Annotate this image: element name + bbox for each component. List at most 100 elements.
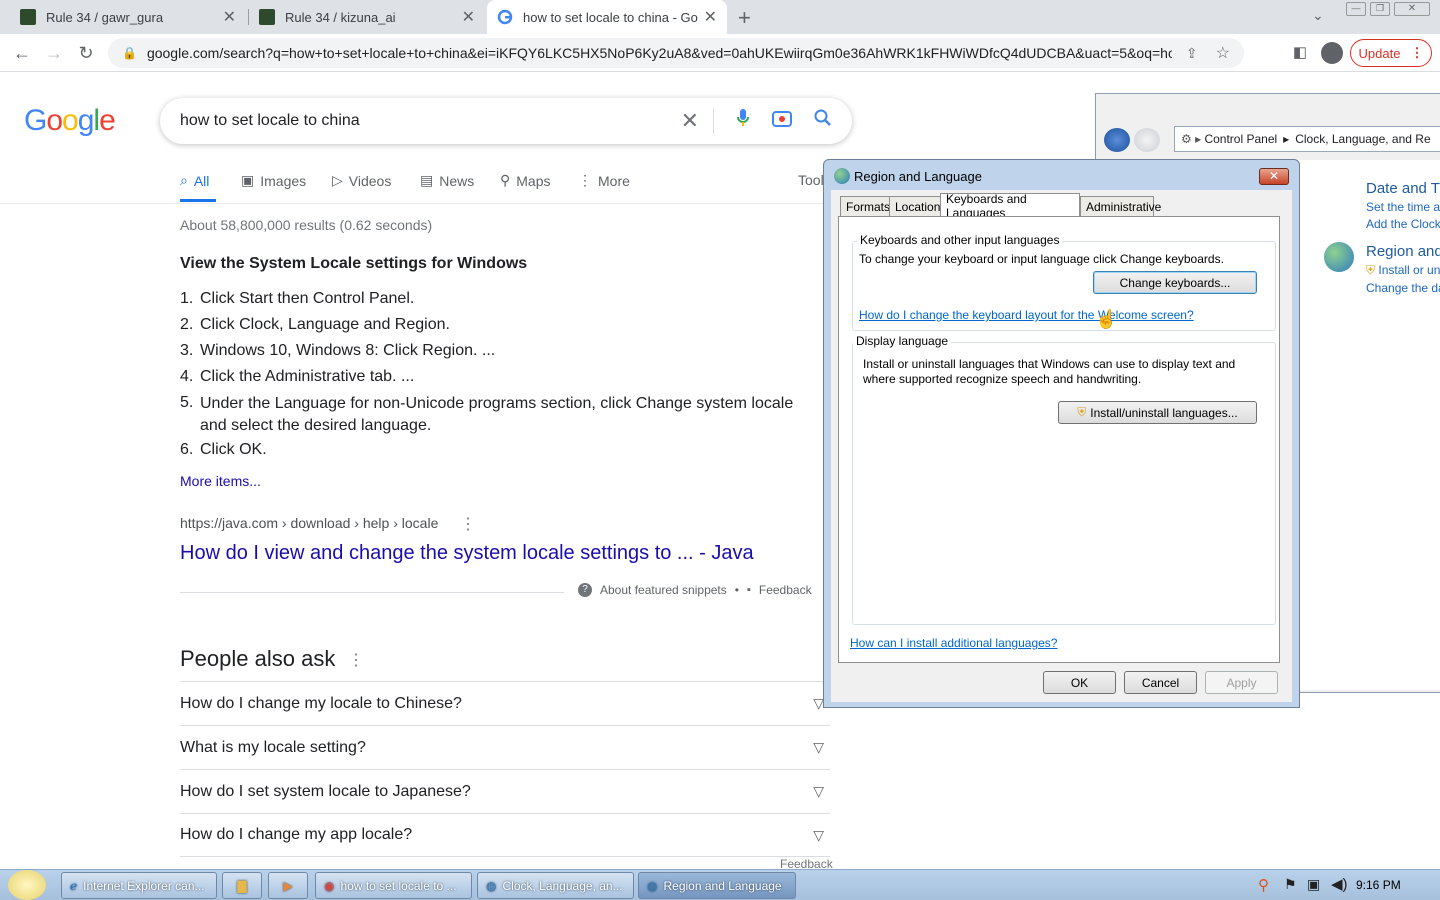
search-tray-icon[interactable]: ⚲ (1258, 876, 1269, 894)
date-time-heading[interactable]: Date and T (1366, 180, 1440, 197)
step-number: 4. (180, 368, 194, 385)
apply-button[interactable]: Apply (1205, 671, 1278, 694)
feedback-link[interactable]: Feedback (759, 583, 812, 597)
close-tab-icon[interactable]: ✕ (223, 7, 236, 27)
search-input[interactable]: how to set locale to china (180, 112, 659, 130)
close-tab-icon[interactable]: ✕ (462, 7, 475, 27)
region-link[interactable]: Change the da (1366, 281, 1440, 295)
taskbar-label: Clock, Language, an... (502, 878, 623, 893)
globe-icon: ◍ (647, 878, 658, 893)
ok-button[interactable]: OK (1043, 671, 1116, 694)
welcome-screen-link[interactable]: How do I change the keyboard layout for … (859, 308, 1194, 322)
tab-search-chevron-icon[interactable]: ⌄ (1312, 7, 1324, 24)
list-item: 2. Click Clock, Language and Region. (180, 312, 810, 338)
shield-icon: ⛨ (1077, 405, 1087, 419)
taskbar-item-internet-explorer[interactable]: ℯ Internet Explorer can... (61, 872, 217, 899)
taskbar-item-region-language[interactable]: ◍ Region and Language (638, 872, 796, 899)
paa-question[interactable]: How do I change my app locale? ▽ (180, 813, 830, 857)
cancel-button[interactable]: Cancel (1124, 671, 1197, 694)
tab-administrative[interactable]: Administrative (1080, 196, 1161, 216)
share-icon[interactable]: ⇪ (1186, 45, 1198, 62)
date-link[interactable]: Add the Clock (1366, 217, 1440, 231)
side-panel-icon[interactable]: ◧ (1288, 41, 1312, 65)
paa-question[interactable]: How do I set system locale to Japanese? ▽ (180, 769, 830, 813)
globe-icon (1324, 242, 1354, 272)
keyboards-group-label: Keyboards and other input languages (857, 233, 1063, 247)
tab-google-search[interactable]: how to set locale to china - Goo ✕ (487, 0, 727, 34)
forward-arrow-icon[interactable] (1134, 128, 1160, 152)
nav-tab-maps[interactable]: ⚲ Maps (500, 172, 551, 189)
reload-icon[interactable]: ↻ (74, 41, 98, 65)
paa-options-icon[interactable]: ⋮ (348, 650, 364, 670)
paa-question[interactable]: How do I change my locale to Chinese? ▽ (180, 681, 830, 725)
active-tab-indicator (180, 199, 216, 202)
address-bar[interactable]: 🔒 google.com/search?q=how+to+set+locale+… (108, 38, 1244, 68)
camera-icon[interactable] (772, 109, 792, 133)
region-link[interactable]: ⛨ Install or un (1366, 263, 1440, 278)
browser-toolbar: ← → ↻ 🔒 google.com/search?q=how+to+set+l… (0, 34, 1440, 72)
shield-icon: ⛨ (1366, 263, 1376, 277)
about-snippets-link[interactable]: About featured snippets (600, 583, 727, 597)
microphone-icon[interactable] (736, 108, 750, 134)
volume-icon[interactable]: ◀) (1331, 875, 1348, 893)
nav-tab-tools[interactable]: Tools (798, 172, 823, 188)
back-arrow-icon[interactable]: ← (10, 41, 34, 65)
nav-tab-all[interactable]: ⌕ All (180, 172, 209, 189)
region-heading[interactable]: Region and (1366, 243, 1440, 260)
network-icon[interactable]: ▣ (1307, 876, 1320, 893)
nav-label: All (193, 172, 210, 189)
tab-formats[interactable]: Formats (840, 196, 890, 216)
install-languages-button[interactable]: ⛨ Install/uninstall languages... (1058, 401, 1257, 424)
profile-avatar-icon[interactable] (1321, 42, 1343, 64)
additional-languages-link[interactable]: How can I install additional languages? (850, 636, 1057, 650)
clear-icon[interactable]: ✕ (681, 108, 699, 134)
paa-question[interactable]: What is my locale setting? ▽ (180, 725, 830, 769)
search-icon[interactable] (814, 109, 832, 133)
back-arrow-icon[interactable] (1104, 128, 1130, 152)
restore-icon[interactable]: ❐ (1370, 2, 1390, 16)
search-box[interactable]: how to set locale to china ✕ (160, 98, 852, 144)
help-icon[interactable]: ? (578, 583, 592, 597)
flag-icon[interactable]: ⚑ (1284, 876, 1297, 893)
tab-keyboards-languages[interactable]: Keyboards and Languages (940, 192, 1080, 220)
new-tab-button[interactable]: + (738, 5, 751, 31)
forward-arrow-icon[interactable]: → (42, 41, 66, 65)
breadcrumb[interactable]: ⚙ ▸ Control Panel ▸ Clock, Language, and… (1174, 126, 1440, 152)
result-title-link[interactable]: How do I view and change the system loca… (180, 542, 754, 565)
breadcrumb-item[interactable]: Control Panel (1204, 132, 1277, 146)
update-button[interactable]: Update ⋮ (1350, 39, 1432, 67)
taskbar-item-media-player[interactable]: ▶ (268, 872, 308, 899)
nav-tab-images[interactable]: ▣ Images (241, 172, 306, 189)
taskbar-clock[interactable]: 9:16 PM (1356, 878, 1401, 892)
close-icon[interactable]: ✕ (1259, 168, 1289, 185)
nav-tab-news[interactable]: ▤ News (420, 172, 474, 189)
nav-tab-videos[interactable]: ▷ Videos (332, 172, 391, 189)
result-options-icon[interactable]: ⋮ (460, 514, 476, 534)
lock-icon: 🔒 (122, 46, 137, 60)
date-link[interactable]: Set the time ar (1366, 200, 1440, 214)
taskbar-item-explorer[interactable]: ▇ (222, 872, 262, 899)
tab-rule34-kizuna[interactable]: Rule 34 / kizuna_ai ✕ (249, 0, 485, 34)
close-tab-icon[interactable]: ✕ (704, 7, 717, 27)
kebab-menu-icon: ⋮ (1410, 45, 1424, 60)
minimize-icon[interactable]: — (1346, 2, 1366, 16)
bookmark-star-icon[interactable]: ☆ (1216, 43, 1230, 63)
list-item: 5. Under the Language for non-Unicode pro… (180, 390, 810, 437)
taskbar-item-control-panel[interactable]: ◍ Clock, Language, an... (477, 872, 634, 899)
video-icon: ▷ (332, 172, 343, 188)
more-items-link[interactable]: More items... (180, 473, 261, 489)
change-keyboards-button[interactable]: Change keyboards... (1093, 271, 1257, 294)
breadcrumb-item[interactable]: Clock, Language, and Re (1295, 132, 1430, 146)
feedback-icon[interactable]: ▪ (747, 584, 751, 596)
tab-rule34-gura[interactable]: Rule 34 / gawr_gura ✕ (10, 0, 246, 34)
google-logo[interactable]: Google (24, 104, 116, 138)
step-text: Under the Language for non-Unicode progr… (200, 395, 794, 434)
tab-location[interactable]: Location (889, 196, 941, 216)
source-url[interactable]: https://java.com › download › help › loc… (180, 515, 438, 531)
nav-label: Maps (516, 172, 551, 189)
start-button[interactable] (8, 870, 46, 900)
taskbar-item-chrome[interactable]: ◉ how to set locale to ... (315, 872, 472, 899)
step-number: 3. (180, 342, 194, 359)
nav-tab-more[interactable]: ⋮ More (578, 172, 630, 189)
close-window-icon[interactable]: ✕ (1394, 2, 1430, 16)
